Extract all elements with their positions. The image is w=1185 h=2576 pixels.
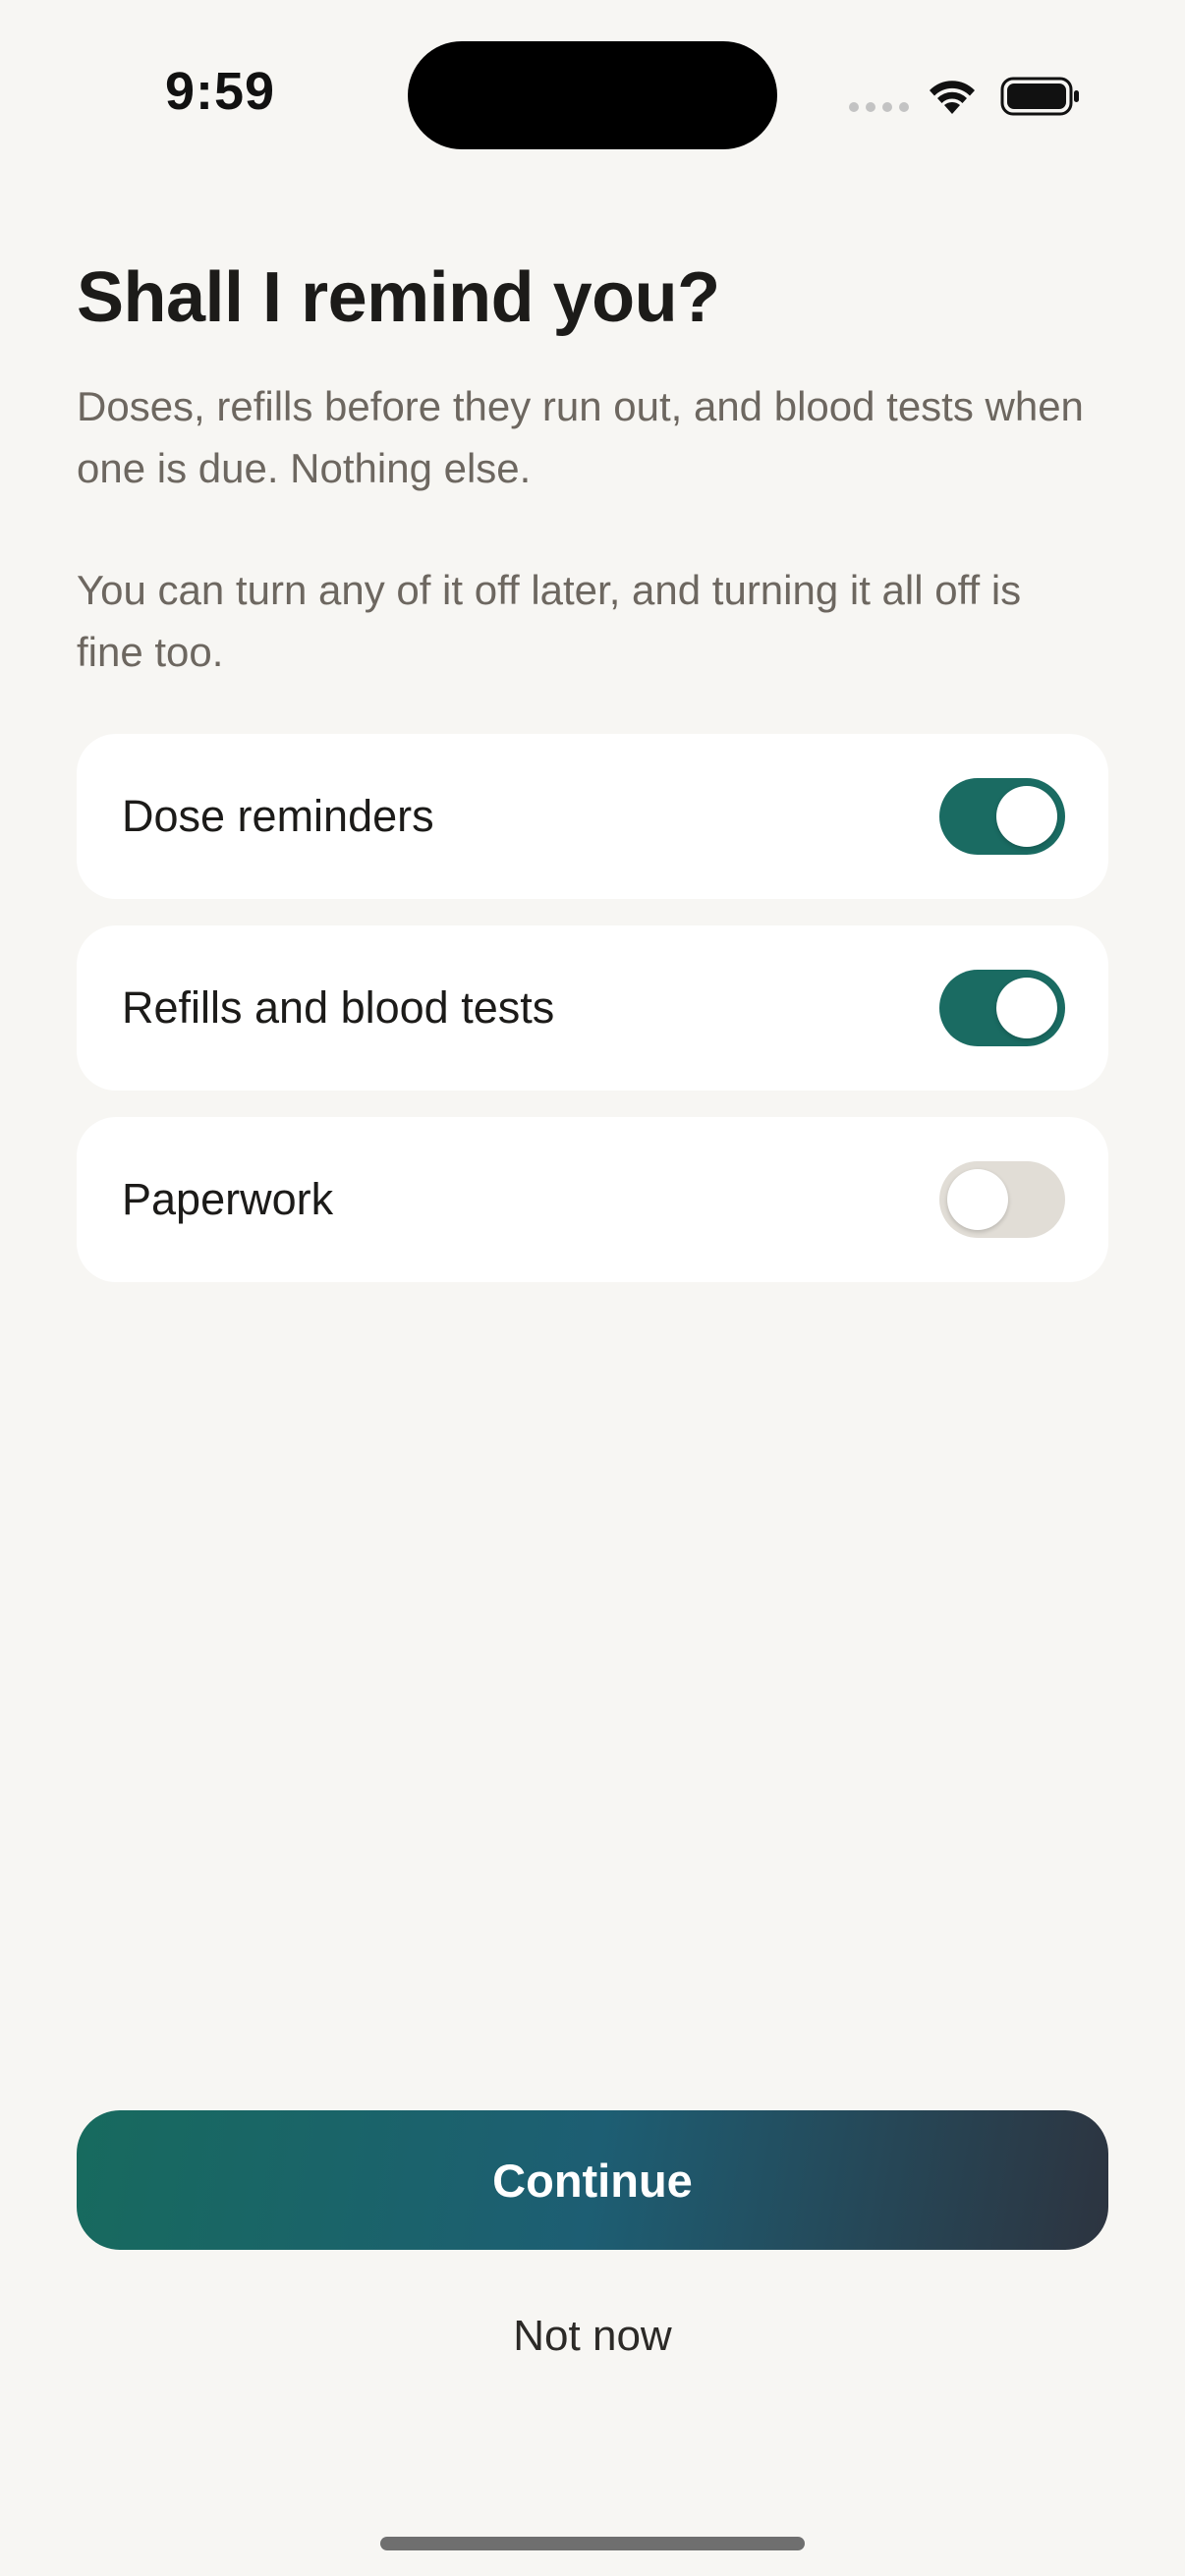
dose-reminders-toggle[interactable] — [939, 778, 1065, 855]
setting-label: Paperwork — [122, 1174, 334, 1224]
refills-blood-tests-toggle[interactable] — [939, 970, 1065, 1046]
setting-label: Refills and blood tests — [122, 982, 555, 1033]
page-title: Shall I remind you? — [77, 258, 720, 337]
toggle-knob — [947, 1169, 1008, 1230]
continue-button[interactable]: Continue — [77, 2110, 1108, 2250]
not-now-button[interactable]: Not now — [77, 2304, 1108, 2369]
home-indicator[interactable] — [380, 2537, 805, 2550]
setting-label: Dose reminders — [122, 791, 434, 841]
page-note: You can turn any of it off later, and tu… — [77, 567, 1022, 675]
dynamic-island — [408, 41, 777, 149]
status-time: 9:59 — [165, 62, 276, 121]
wifi-icon — [930, 81, 975, 114]
page-description: Doses, refills before they run out, and … — [77, 383, 1084, 491]
toggle-knob — [996, 978, 1057, 1038]
setting-paperwork: Paperwork — [77, 1117, 1108, 1282]
paperwork-toggle[interactable] — [939, 1161, 1065, 1238]
signal-dots-icon — [849, 102, 909, 112]
reminder-permission-screen: 9:59 Shall I remind you? Doses, refills … — [0, 0, 1185, 2576]
battery-icon — [1000, 77, 1079, 116]
setting-dose-reminders: Dose reminders — [77, 734, 1108, 899]
toggle-knob — [996, 786, 1057, 847]
setting-refills-blood-tests: Refills and blood tests — [77, 925, 1108, 1091]
